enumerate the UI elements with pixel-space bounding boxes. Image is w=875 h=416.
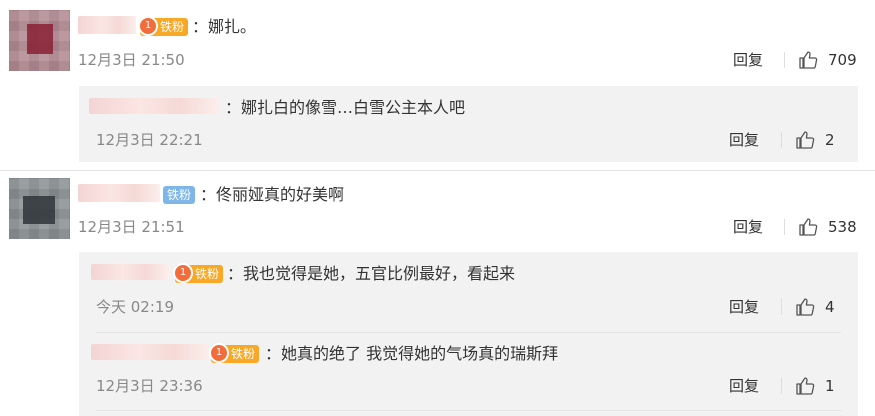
reply-list: 1 铁粉 ：我也觉得是她，五官比例最好，看起来 今天 02:19 回复 4 1 … [79,252,858,416]
fan-badge: 1 铁粉 [173,263,224,283]
fan-level-icon: 1 [138,16,158,36]
fan-badge-label: 铁粉 [195,267,220,281]
username-blurred[interactable] [78,184,160,202]
reply-separator [96,332,841,333]
fan-badge-label: 铁粉 [231,347,256,361]
thumbs-up-icon [799,51,818,69]
reply-button[interactable]: 回复 [729,376,759,396]
like-count: 2 [825,131,835,149]
fan-badge-label: 铁粉 [160,20,185,34]
reply-text: ：我也觉得是她，五官比例最好，看起来 [227,264,516,283]
divider [781,132,782,148]
reply-button[interactable]: 回复 [733,50,763,70]
reply-text: ：娜扎白的像雪…白雪公主本人吧 [225,98,466,117]
thumbs-up-icon [796,131,815,149]
username-blurred[interactable] [91,344,209,360]
like-count: 4 [825,298,835,316]
like-count: 1 [825,377,835,395]
reply-button[interactable]: 回复 [729,130,759,150]
reply-time: 12月3日 23:36 [96,377,203,395]
fan-badge: 1 铁粉 [209,343,260,363]
avatar[interactable] [9,178,70,239]
reply-button[interactable]: 回复 [729,297,759,317]
fan-level-icon: 1 [209,343,229,363]
comment-time: 12月3日 21:50 [78,51,185,69]
thumbs-up-icon [796,377,815,395]
fan-badge: 1 铁粉 [138,16,189,36]
like-button[interactable]: 538 [798,216,857,238]
reply-time: 12月3日 22:21 [96,131,203,149]
divider [784,52,785,68]
username-blurred[interactable] [78,16,136,34]
username-blurred[interactable] [89,98,219,114]
reply-time: 今天 02:19 [96,298,174,316]
like-button[interactable]: 2 [795,129,835,151]
comment-text: ：佟丽娅真的好美啊 [200,185,345,204]
divider [784,219,785,235]
fan-badge-label: 铁粉 [167,188,192,202]
thumbs-up-icon [799,218,818,236]
like-button[interactable]: 709 [798,49,857,71]
fan-level-icon: 1 [173,263,193,283]
comment-time: 12月3日 21:51 [78,218,185,236]
username-blurred[interactable] [91,264,169,280]
thumbs-up-icon [796,298,815,316]
divider [781,378,782,394]
reply-button[interactable]: 回复 [733,217,763,237]
like-count: 538 [828,218,857,236]
divider [781,299,782,315]
comment-separator [0,170,875,171]
reply-list: ：娜扎白的像雪…白雪公主本人吧 12月3日 22:21 回复 2 [79,86,858,162]
like-count: 709 [828,51,857,69]
fan-badge: 铁粉 [163,186,196,204]
like-button[interactable]: 1 [795,375,835,397]
comment-text: ：娜扎。 [192,17,257,36]
reply-text: ：她真的绝了 我觉得她的气场真的瑞斯拜 [265,344,559,363]
reply-separator [96,410,841,411]
like-button[interactable]: 4 [795,296,835,318]
avatar[interactable] [9,10,70,71]
